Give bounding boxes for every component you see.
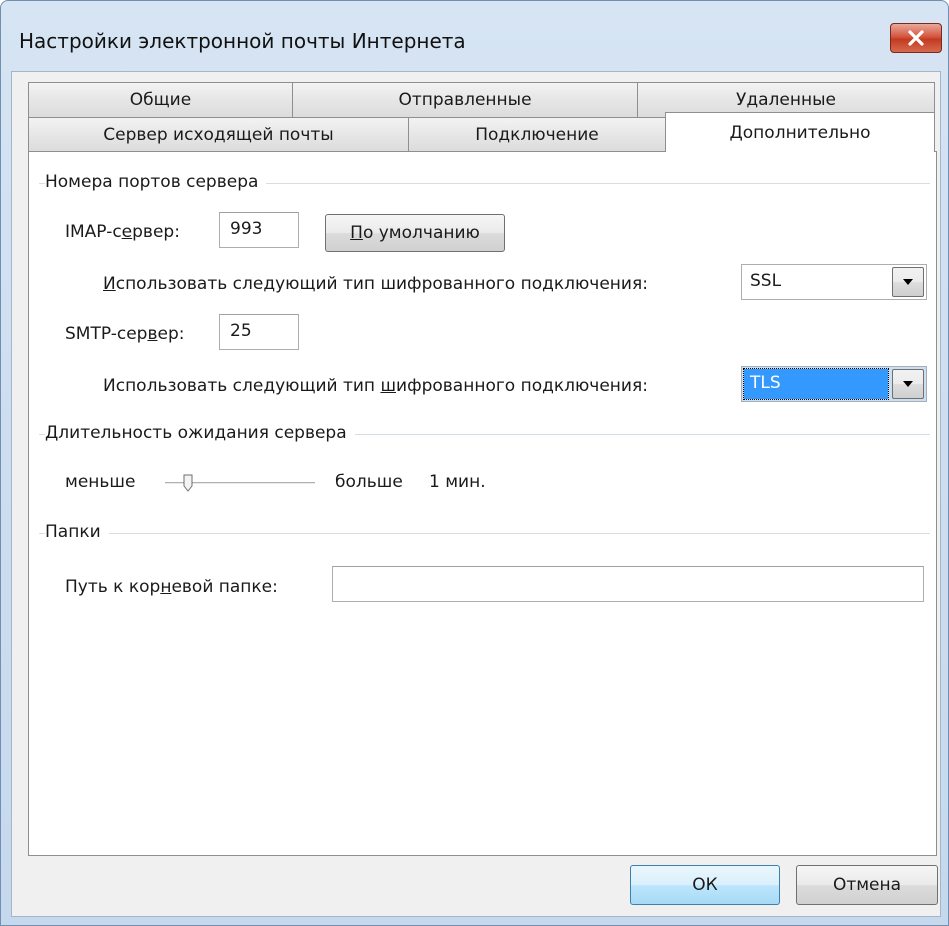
tab-label: Общие (129, 90, 192, 110)
button-label: По умолчанию (350, 223, 480, 243)
dialog-client-area: Общие Отправленные Удаленные Сервер исхо… (11, 71, 941, 917)
timeout-value-label: 1 мин. (429, 472, 486, 492)
title-bar[interactable]: Настройки электронной почты Интернета (1, 1, 948, 71)
tab-panel-advanced: Номера портов сервера IMAP-сервер: 993 П… (28, 151, 937, 856)
smtp-encryption-select[interactable]: TLS (741, 366, 927, 402)
imap-label: IMAP-сервер: (65, 222, 180, 242)
imap-encryption-select[interactable]: SSL (741, 264, 927, 300)
tab-label: Дополнительно (729, 122, 871, 143)
tab-label: Подключение (475, 125, 599, 145)
dialog-window: Настройки электронной почты Интернета Об… (0, 0, 949, 926)
select-value: SSL (750, 271, 782, 291)
folders-group-label: Папки (45, 522, 109, 542)
smtp-label: SMTP-сервер: (65, 324, 185, 344)
cancel-button[interactable]: Отмена (796, 865, 938, 905)
tab-connection[interactable]: Подключение (408, 117, 666, 152)
tab-row-front: Сервер исходящей почты Подключение Допол… (28, 112, 935, 152)
smtp-encryption-label: Использовать следующий тип шифрованного … (103, 376, 648, 396)
tab-label: Удаленные (736, 90, 836, 110)
root-path-input[interactable] (332, 566, 924, 602)
select-value: TLS (743, 368, 889, 400)
close-icon (908, 30, 924, 46)
root-path-label: Путь к корневой папке: (65, 577, 278, 597)
timeout-more-label: больше (335, 472, 403, 492)
tab-advanced[interactable]: Дополнительно (665, 112, 935, 152)
tab-label: Сервер исходящей почты (103, 125, 334, 145)
button-label: Отмена (832, 875, 902, 895)
tab-label: Отправленные (398, 90, 532, 110)
dropdown-button[interactable] (892, 369, 924, 399)
tab-general[interactable]: Общие (28, 82, 293, 117)
dropdown-button[interactable] (892, 267, 924, 297)
group-separator (39, 533, 930, 534)
default-ports-button[interactable]: По умолчанию (325, 214, 505, 252)
imap-encryption-label: Использовать следующий тип шифрованного … (103, 274, 648, 294)
ports-group-label: Номера портов сервера (45, 172, 267, 192)
imap-port-input[interactable]: 993 (219, 212, 299, 248)
timeout-slider-thumb[interactable] (183, 474, 193, 492)
window-title: Настройки электронной почты Интернета (19, 29, 466, 53)
chevron-down-icon (903, 381, 913, 387)
chevron-down-icon (903, 279, 913, 285)
button-label: ОК (692, 875, 718, 895)
tab-sent[interactable]: Отправленные (292, 82, 638, 117)
ok-button[interactable]: ОК (630, 865, 780, 905)
smtp-port-input[interactable]: 25 (219, 314, 299, 350)
timeout-less-label: меньше (65, 472, 136, 492)
timeout-group-label: Длительность ожидания сервера (45, 423, 355, 443)
tab-outgoing-server[interactable]: Сервер исходящей почты (28, 117, 409, 152)
close-button[interactable] (890, 23, 942, 53)
